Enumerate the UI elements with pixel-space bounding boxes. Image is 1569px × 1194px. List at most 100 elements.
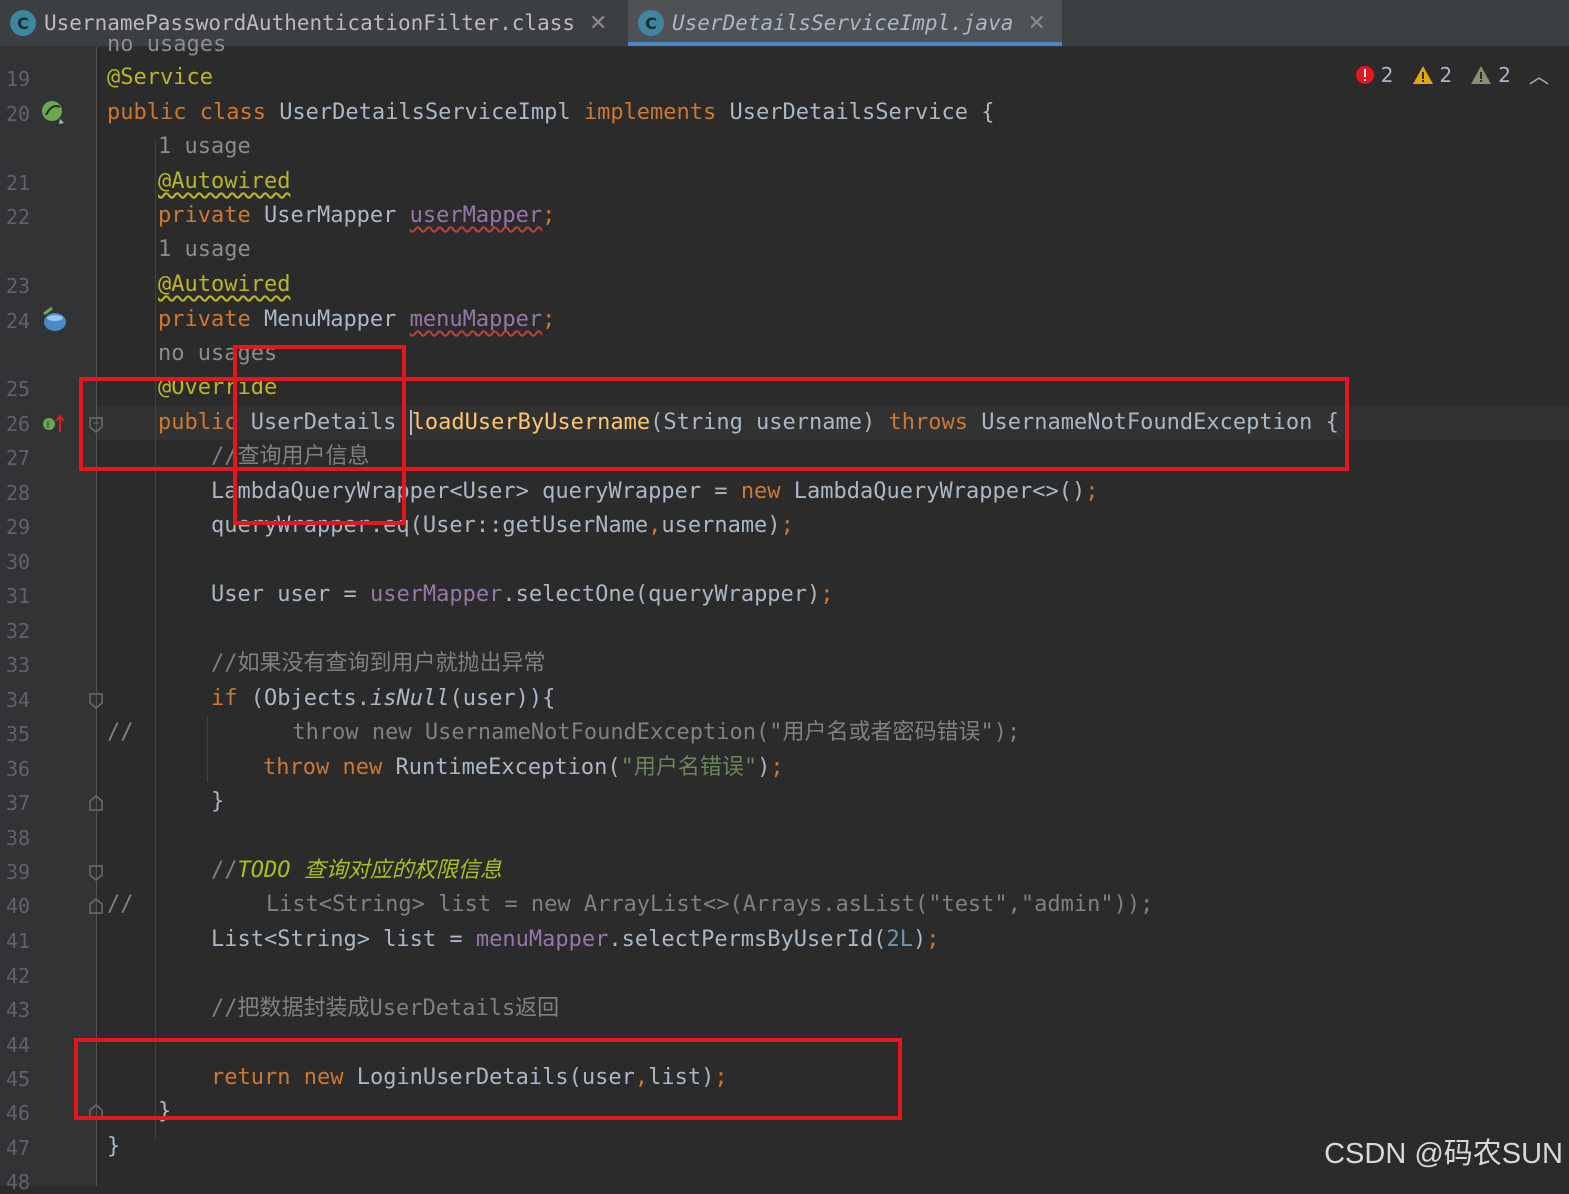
line-number[interactable]: 19 [6, 67, 32, 91]
annotation: @Autowired [158, 169, 291, 194]
code-text: ) [913, 927, 927, 952]
highlight-box [79, 377, 1349, 471]
annotation: @Autowired [158, 272, 291, 297]
line-number[interactable]: 33 [6, 653, 32, 677]
line-number[interactable]: 43 [6, 998, 32, 1022]
code-line-40[interactable]: // List<String> list = new ArrayList<>(A… [107, 888, 1153, 922]
usage-hint[interactable]: 1 usage [158, 130, 251, 164]
keyword: private [158, 203, 264, 228]
line-number[interactable]: 22 [6, 205, 32, 229]
database-bean-icon[interactable] [40, 306, 70, 334]
line-number[interactable]: 23 [6, 274, 32, 298]
code-text: User user = [211, 582, 370, 607]
class-file-icon: C [10, 10, 36, 36]
code-line-24[interactable]: private MenuMapper menuMapper; [158, 303, 555, 337]
code-text: RuntimeException( [395, 755, 621, 780]
close-icon[interactable]: ✕ [589, 11, 607, 36]
code-line-35[interactable]: // throw new UsernameNotFoundException("… [107, 716, 1020, 750]
line-number[interactable]: 46 [6, 1101, 32, 1125]
spring-bean-icon[interactable] [40, 99, 68, 127]
string-literal: "用户名错误" [620, 755, 758, 780]
keyword: new [740, 479, 794, 504]
keyword: private [158, 307, 264, 332]
line-number[interactable]: 41 [6, 929, 32, 953]
line-number[interactable]: 27 [6, 446, 32, 470]
line-number[interactable]: 32 [6, 619, 32, 643]
code-text: .selectPermsByUserId( [608, 927, 887, 952]
semicolon: ; [780, 513, 794, 538]
line-number[interactable]: 21 [6, 171, 32, 195]
close-icon[interactable]: ✕ [1027, 11, 1045, 36]
keyword: public class [107, 100, 280, 125]
code-line-39[interactable]: //TODO 查询对应的权限信息 [211, 854, 502, 888]
semicolon: ; [542, 203, 556, 228]
code-line-19[interactable]: @Service [107, 61, 213, 95]
code-line-21[interactable]: @Autowired [158, 165, 290, 199]
tab-user-details-service-impl[interactable]: C UserDetailsServiceImpl.java ✕ [628, 0, 1062, 46]
code-line-37[interactable]: } [211, 785, 224, 819]
field-name: menuMapper [475, 927, 609, 952]
inspection-widget[interactable]: 2 2 2 ︿ [1355, 60, 1549, 89]
comment: // [211, 858, 238, 883]
code-line-47[interactable]: } [107, 1130, 120, 1164]
chevron-up-icon[interactable]: ︿ [1529, 60, 1549, 89]
line-number[interactable]: 20 [6, 102, 32, 126]
field-name: menuMapper [409, 307, 543, 332]
line-number[interactable]: 24 [6, 309, 32, 333]
code-line-43[interactable]: //把数据封装成UserDetails返回 [211, 992, 559, 1026]
code-line-23[interactable]: @Autowired [158, 268, 290, 302]
weak-warning-icon [1471, 65, 1492, 84]
code-line-31[interactable]: User user = userMapper.selectOne(queryWr… [211, 578, 834, 612]
line-number[interactable]: 40 [6, 894, 32, 918]
line-number[interactable]: 37 [6, 791, 32, 815]
gutter-divider [96, 47, 97, 1186]
line-number[interactable]: 28 [6, 481, 32, 505]
warning-icon [1412, 65, 1433, 84]
semicolon: ; [820, 582, 834, 607]
line-number[interactable]: 26 [6, 412, 32, 436]
code-line-34[interactable]: if (Objects.isNull(user)){ [211, 682, 555, 716]
annotation: @Service [107, 65, 213, 90]
field-name: userMapper [409, 203, 543, 228]
weak-warning-count[interactable]: 2 [1470, 63, 1511, 87]
line-number[interactable]: 48 [6, 1170, 32, 1194]
code-line-33[interactable]: //如果没有查询到用户就抛出异常 [211, 647, 546, 681]
error-count[interactable]: 2 [1355, 63, 1394, 87]
code-text: (Objects. [250, 686, 370, 711]
fold-icon[interactable] [89, 795, 103, 811]
implements-method-icon[interactable]: I [42, 412, 68, 436]
fold-icon[interactable] [89, 865, 103, 881]
line-number[interactable]: 34 [6, 688, 32, 712]
tab-username-password-filter[interactable]: C UsernamePasswordAuthenticationFilter.c… [0, 0, 626, 46]
fold-icon[interactable] [89, 693, 103, 709]
line-number[interactable]: 44 [6, 1033, 32, 1057]
code-text: List<String> list = [211, 927, 476, 952]
line-number[interactable]: 39 [6, 860, 32, 884]
code-line-41[interactable]: List<String> list = menuMapper.selectPer… [211, 923, 940, 957]
line-number[interactable]: 47 [6, 1136, 32, 1160]
line-number[interactable]: 31 [6, 584, 32, 608]
code-line-36[interactable]: throw new RuntimeException("用户名错误"); [263, 751, 784, 785]
watermark: CSDN @码农SUN [1324, 1138, 1563, 1170]
line-number[interactable]: 42 [6, 964, 32, 988]
line-number[interactable]: 25 [6, 377, 32, 401]
code-line-22[interactable]: private UserMapper userMapper; [158, 199, 555, 233]
static-method: isNull [369, 686, 450, 711]
line-number[interactable]: 29 [6, 515, 32, 539]
usage-hint[interactable]: 1 usage [158, 233, 251, 267]
warning-count[interactable]: 2 [1412, 63, 1452, 87]
code-hint: no usages [107, 32, 227, 57]
class-file-icon: C [638, 10, 664, 36]
number-literal: 2L [886, 927, 914, 952]
todo-comment: TODO 查询对应的权限信息 [237, 858, 502, 883]
line-number[interactable]: 35 [6, 722, 32, 746]
code-line-20[interactable]: public class UserDetailsServiceImpl impl… [107, 96, 994, 130]
semicolon: ; [1085, 479, 1099, 504]
code-text: username) [661, 513, 781, 538]
line-number[interactable]: 45 [6, 1067, 32, 1091]
line-number[interactable]: 36 [6, 757, 32, 781]
line-number[interactable]: 30 [6, 550, 32, 574]
type-name: UserMapper [263, 203, 410, 228]
fold-icon[interactable] [89, 898, 103, 914]
line-number[interactable]: 38 [6, 826, 32, 850]
